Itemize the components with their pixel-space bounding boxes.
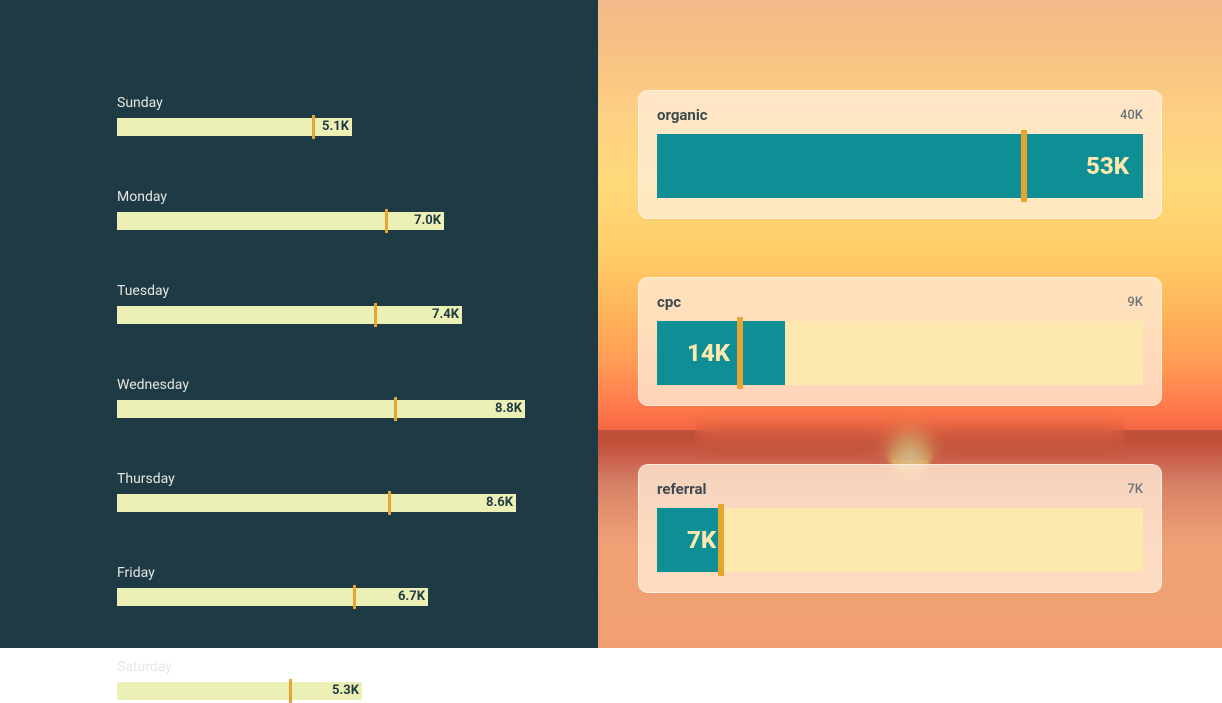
day-bar-marker — [394, 397, 397, 421]
card-header: referral 7K — [657, 480, 1143, 498]
day-row: Thursday 8.6K — [117, 471, 598, 512]
day-row: Sunday 5.1K — [117, 95, 598, 136]
day-bar-marker — [289, 679, 292, 703]
day-bar-marker — [374, 303, 377, 327]
day-row: Friday 6.7K — [117, 565, 598, 606]
day-bar-value: 6.7K — [398, 589, 425, 604]
day-bar-marker — [312, 115, 315, 139]
day-bar-value: 7.0K — [414, 213, 441, 228]
day-label: Friday — [117, 565, 598, 581]
day-bar-fill — [117, 682, 362, 700]
card-bar-value: 7K — [657, 526, 716, 554]
day-bar-value: 7.4K — [432, 307, 459, 322]
card-bar-value: 14K — [657, 339, 730, 367]
day-bar-fill — [117, 588, 428, 606]
day-label: Tuesday — [117, 283, 598, 299]
day-bar-fill — [117, 212, 444, 230]
card-bar-fill: 7K — [657, 508, 721, 572]
day-label: Sunday — [117, 95, 598, 111]
day-bar-track: 8.8K — [117, 400, 598, 418]
card-bar-marker — [1021, 130, 1027, 202]
right-panel: organic 40K 53K cpc 9K 14K referral 7K 7K — [598, 0, 1222, 648]
card-target-value: 40K — [1120, 108, 1143, 123]
card-bar-fill: 14K — [657, 321, 785, 385]
card-bar-fill: 53K — [657, 134, 1143, 198]
day-row: Wednesday 8.8K — [117, 377, 598, 418]
day-bar-track: 5.1K — [117, 118, 598, 136]
cards-list: organic 40K 53K cpc 9K 14K referral 7K 7K — [638, 90, 1162, 593]
card-bar-track: 53K — [657, 134, 1143, 198]
day-bar-value: 8.6K — [486, 495, 513, 510]
card-header: cpc 9K — [657, 293, 1143, 311]
day-bar-track: 5.3K — [117, 682, 598, 700]
day-label: Thursday — [117, 471, 598, 487]
card-target-value: 7K — [1127, 482, 1143, 497]
day-row: Tuesday 7.4K — [117, 283, 598, 324]
card-bar-track: 7K — [657, 508, 1143, 572]
day-bar-fill — [117, 306, 462, 324]
day-bar-track: 6.7K — [117, 588, 598, 606]
card-target-value: 9K — [1127, 295, 1143, 310]
day-label: Saturday — [117, 659, 598, 675]
day-bar-marker — [353, 585, 356, 609]
card-title: cpc — [657, 293, 681, 311]
day-bar-marker — [385, 209, 388, 233]
day-bar-track: 7.4K — [117, 306, 598, 324]
traffic-card: organic 40K 53K — [638, 90, 1162, 219]
day-bar-track: 7.0K — [117, 212, 598, 230]
day-bar-value: 5.1K — [322, 119, 349, 134]
card-bar-marker — [737, 317, 743, 389]
day-row: Saturday 5.3K — [117, 659, 598, 700]
traffic-card: cpc 9K 14K — [638, 277, 1162, 406]
day-bar-fill — [117, 400, 525, 418]
day-row: Monday 7.0K — [117, 189, 598, 230]
card-header: organic 40K — [657, 106, 1143, 124]
card-title: organic — [657, 106, 708, 124]
card-bar-track: 14K — [657, 321, 1143, 385]
card-title: referral — [657, 480, 707, 498]
day-bar-marker — [388, 491, 391, 515]
day-bar-value: 8.8K — [495, 401, 522, 416]
card-bar-value: 53K — [1086, 152, 1143, 180]
day-bar-value: 5.3K — [332, 683, 359, 698]
day-bar-track: 8.6K — [117, 494, 598, 512]
day-label: Wednesday — [117, 377, 598, 393]
traffic-card: referral 7K 7K — [638, 464, 1162, 593]
day-bar-fill — [117, 494, 516, 512]
card-bar-marker — [718, 504, 724, 576]
left-panel: Sunday 5.1K Monday 7.0K Tuesday 7.4K Wednesday… — [0, 0, 598, 648]
day-bar-fill — [117, 118, 352, 136]
days-list: Sunday 5.1K Monday 7.0K Tuesday 7.4K Wednesday… — [117, 95, 598, 700]
day-label: Monday — [117, 189, 598, 205]
